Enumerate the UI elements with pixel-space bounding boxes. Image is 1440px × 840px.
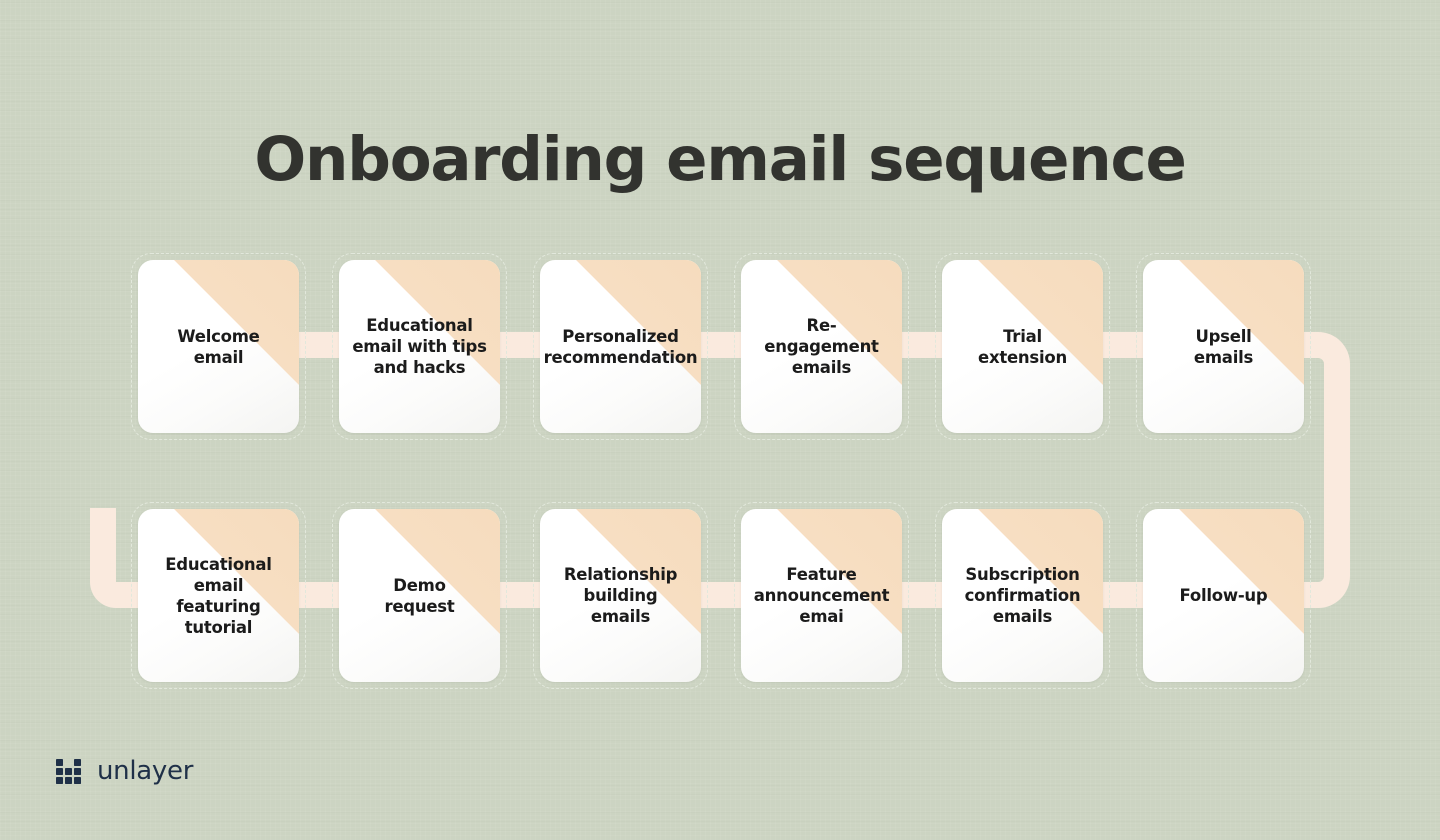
flow-card-surface: Subscription confirmation emails	[942, 509, 1103, 682]
flow-card-r1c5[interactable]: Trial extension	[935, 253, 1110, 440]
infographic-canvas: Onboarding email sequence Welcome email …	[0, 0, 1440, 840]
flow-card-label: Upsell emails	[1193, 326, 1254, 367]
flow-card-label: Welcome email	[177, 326, 260, 367]
flow-card-surface: Educational email with tips and hacks	[339, 260, 500, 433]
unlayer-wordmark: unlayer	[97, 756, 194, 786]
flow-card-surface: Upsell emails	[1143, 260, 1304, 433]
flow-card-r2c3[interactable]: Relationship building emails	[533, 502, 708, 689]
flow-card-r2c6[interactable]: Follow-up	[1136, 502, 1311, 689]
flow-card-surface: Feature announcement emai	[741, 509, 902, 682]
flow-card-r1c3[interactable]: Personalized recommendation	[533, 253, 708, 440]
unlayer-blocks-icon	[56, 759, 81, 784]
flow-card-label: Trial extension	[978, 326, 1067, 367]
flow-card-surface: Follow-up	[1143, 509, 1304, 682]
flow-card-grid: Welcome email Educational email with tip…	[0, 0, 1440, 840]
flow-card-label: Personalized recommendation	[543, 326, 698, 367]
unlayer-logo: unlayer	[56, 755, 193, 787]
flow-card-surface: Welcome email	[138, 260, 299, 433]
flow-card-label: Educational email with tips and hacks	[352, 316, 487, 377]
flow-card-label: Feature announcement emai	[753, 565, 890, 626]
flow-card-r2c5[interactable]: Subscription confirmation emails	[935, 502, 1110, 689]
flow-card-r2c1[interactable]: Educational email featuring tutorial	[131, 502, 306, 689]
flow-card-surface: Educational email featuring tutorial	[138, 509, 299, 682]
flow-card-r1c6[interactable]: Upsell emails	[1136, 253, 1311, 440]
flow-card-label: Follow-up	[1179, 586, 1268, 605]
flow-card-label: Educational email featuring tutorial	[165, 554, 272, 637]
flow-card-label: Subscription confirmation emails	[964, 565, 1081, 626]
flow-card-surface: Demo request	[339, 509, 500, 682]
flow-card-r1c4[interactable]: Re-engagement emails	[734, 253, 909, 440]
flow-card-surface: Trial extension	[942, 260, 1103, 433]
flow-card-r2c2[interactable]: Demo request	[332, 502, 507, 689]
flow-card-label: Relationship building emails	[563, 565, 678, 626]
flow-card-surface: Personalized recommendation	[540, 260, 701, 433]
flow-card-label: Re-engagement emails	[764, 316, 879, 377]
flow-card-label: Demo request	[384, 575, 455, 616]
flow-card-surface: Re-engagement emails	[741, 260, 902, 433]
flow-card-surface: Relationship building emails	[540, 509, 701, 682]
flow-card-r1c2[interactable]: Educational email with tips and hacks	[332, 253, 507, 440]
flow-card-r2c4[interactable]: Feature announcement emai	[734, 502, 909, 689]
flow-card-r1c1[interactable]: Welcome email	[131, 253, 306, 440]
